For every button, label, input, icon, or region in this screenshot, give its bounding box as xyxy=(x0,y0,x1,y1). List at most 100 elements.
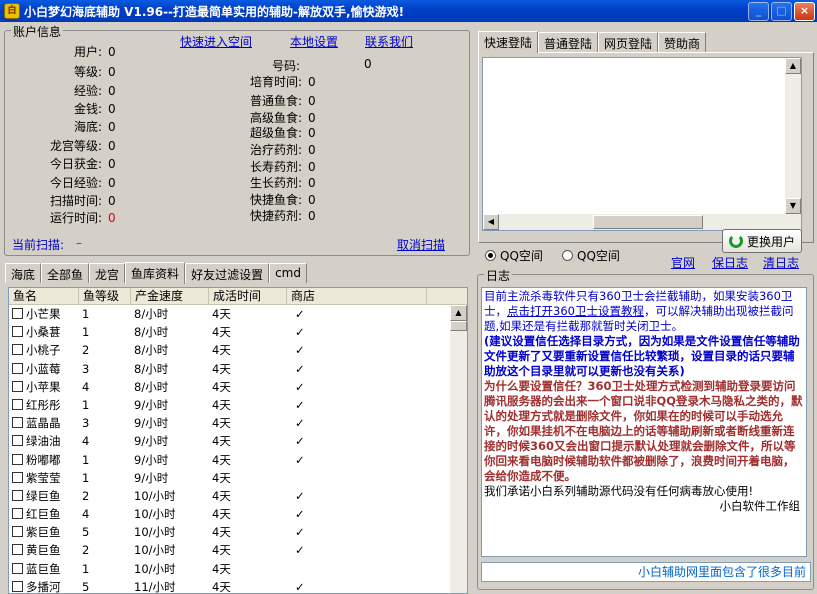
table-row[interactable]: 多播河 5 11/小时 4天 ✓ xyxy=(9,578,467,593)
row-checkbox[interactable] xyxy=(12,526,23,538)
fish-name-cell[interactable]: 紫莹莹 xyxy=(9,469,79,487)
fish-table-vscroll[interactable]: ▲ xyxy=(450,305,467,593)
gold-rate-cell: 8/小时 xyxy=(134,325,169,340)
tab-dragon-palace[interactable]: 龙宫 xyxy=(89,263,126,283)
tab-all-fish[interactable]: 全部鱼 xyxy=(41,263,90,283)
quick-enter-space-link[interactable]: 快速进入空间 xyxy=(180,33,252,50)
qzone-option-1[interactable]: QQ空间 xyxy=(485,247,543,264)
table-row[interactable]: 蓝巨鱼 1 10/小时 4天 xyxy=(9,560,467,578)
col-gold-rate[interactable]: 产金速度 xyxy=(131,288,209,304)
scroll-down-icon[interactable]: ▼ xyxy=(785,198,801,214)
close-button[interactable]: × xyxy=(794,1,815,21)
row-checkbox[interactable] xyxy=(12,453,23,465)
fish-name-cell[interactable]: 粉嘟嘟 xyxy=(9,451,79,469)
fish-name-cell[interactable]: 红巨鱼 xyxy=(9,505,79,523)
row-checkbox[interactable] xyxy=(12,471,23,483)
row-checkbox[interactable] xyxy=(12,508,23,520)
log-text[interactable]: 目前主流杀毒软件只有360卫士会拦截辅助，如果安装360卫士，点击打开360卫士… xyxy=(481,287,807,557)
table-row[interactable]: 绿巨鱼 2 10/小时 4天 ✓ xyxy=(9,487,467,505)
inventory-field-value: 0 xyxy=(308,160,316,174)
tab-quick-login[interactable]: 快速登陆 xyxy=(478,31,539,53)
table-row[interactable]: 紫莹莹 1 9/小时 4天 xyxy=(9,469,467,487)
tab-cmd[interactable]: cmd xyxy=(269,263,307,283)
fish-name-cell[interactable]: 小桃子 xyxy=(9,341,79,359)
scroll-up-icon[interactable]: ▲ xyxy=(785,58,801,74)
fish-name-cell[interactable]: 小蓝莓 xyxy=(9,360,79,378)
row-checkbox[interactable] xyxy=(12,344,23,356)
tab-friend-filter[interactable]: 好友过滤设置 xyxy=(185,263,270,283)
account-list-hscroll[interactable]: ◀ xyxy=(483,214,801,230)
current-scan-value: – xyxy=(76,236,82,250)
table-row[interactable]: 红彤彤 1 9/小时 4天 ✓ xyxy=(9,396,467,414)
row-checkbox[interactable] xyxy=(12,580,23,592)
fish-name-cell[interactable]: 绿巨鱼 xyxy=(9,487,79,505)
account-field: 扫描时间: 0 xyxy=(30,192,116,209)
minimize-button[interactable]: _ xyxy=(748,1,769,21)
tab-sponsor[interactable]: 赞助商 xyxy=(658,32,707,52)
contact-us-link[interactable]: 联系我们 xyxy=(365,33,413,50)
row-checkbox[interactable] xyxy=(12,562,23,574)
table-row[interactable]: 小芒果 1 8/小时 4天 ✓ xyxy=(9,305,467,323)
fish-name-cell[interactable]: 小苹果 xyxy=(9,378,79,396)
scroll-up-icon[interactable]: ▲ xyxy=(450,305,467,321)
save-log-link[interactable]: 保日志 xyxy=(712,254,748,271)
table-row[interactable]: 粉嘟嘟 1 9/小时 4天 ✓ xyxy=(9,451,467,469)
shop-cell: ✓ xyxy=(295,361,305,376)
row-checkbox[interactable] xyxy=(12,380,23,392)
local-settings-link[interactable]: 本地设置 xyxy=(290,33,338,50)
open-360-tutorial-link[interactable]: 点击打开360卫士设置教程 xyxy=(507,304,644,318)
table-row[interactable]: 小桃子 2 8/小时 4天 ✓ xyxy=(9,341,467,359)
radio-selected-icon xyxy=(485,250,496,261)
row-checkbox[interactable] xyxy=(12,326,23,338)
fish-name-cell[interactable]: 绿油油 xyxy=(9,432,79,450)
scroll-left-icon[interactable]: ◀ xyxy=(483,214,499,230)
table-row[interactable]: 小桑葚 1 8/小时 4天 ✓ xyxy=(9,323,467,341)
row-checkbox[interactable] xyxy=(12,489,23,501)
table-row[interactable]: 小蓝莓 3 8/小时 4天 ✓ xyxy=(9,360,467,378)
gold-rate-cell: 10/小时 xyxy=(134,561,176,576)
fish-name: 小桃子 xyxy=(26,343,61,358)
fish-name-cell[interactable]: 蓝巨鱼 xyxy=(9,560,79,578)
tab-web-login[interactable]: 网页登陆 xyxy=(598,32,659,52)
table-row[interactable]: 红巨鱼 4 10/小时 4天 ✓ xyxy=(9,505,467,523)
row-checkbox[interactable] xyxy=(12,417,23,429)
official-site-link[interactable]: 官网 xyxy=(671,254,695,271)
table-row[interactable]: 紫巨鱼 5 10/小时 4天 ✓ xyxy=(9,523,467,541)
table-row[interactable]: 绿油油 4 9/小时 4天 ✓ xyxy=(9,432,467,450)
col-shop[interactable]: 商店 xyxy=(287,288,427,304)
table-row[interactable]: 小苹果 4 8/小时 4天 ✓ xyxy=(9,378,467,396)
fish-name-cell[interactable]: 多播河 xyxy=(9,578,79,593)
table-scroll-thumb[interactable] xyxy=(450,321,467,331)
fish-name-cell[interactable]: 红彤彤 xyxy=(9,396,79,414)
fish-level-cell: 1 xyxy=(82,397,90,412)
tab-fish-library[interactable]: 鱼库资料 xyxy=(125,262,186,284)
fish-name-cell[interactable]: 紫巨鱼 xyxy=(9,523,79,541)
fish-name-cell[interactable]: 小芒果 xyxy=(9,305,79,323)
tab-seabed[interactable]: 海底 xyxy=(5,263,42,283)
table-row[interactable]: 黄巨鱼 2 10/小时 4天 ✓ xyxy=(9,541,467,559)
table-row[interactable]: 蓝晶晶 3 9/小时 4天 ✓ xyxy=(9,414,467,432)
row-checkbox[interactable] xyxy=(12,308,23,319)
row-checkbox[interactable] xyxy=(12,362,23,374)
row-checkbox[interactable] xyxy=(12,435,23,447)
hscroll-thumb[interactable] xyxy=(593,215,703,229)
change-user-button[interactable]: 更换用户 xyxy=(722,229,802,253)
row-checkbox[interactable] xyxy=(12,398,23,410)
maximize-button[interactable]: □ xyxy=(771,1,792,21)
qzone-option-2[interactable]: QQ空间 xyxy=(562,247,620,264)
col-fish-level[interactable]: 鱼等级 xyxy=(79,288,131,304)
fish-name-cell[interactable]: 蓝晶晶 xyxy=(9,414,79,432)
account-list[interactable]: ▲ ▼ ◀ xyxy=(482,57,802,231)
fish-name-cell[interactable]: 黄巨鱼 xyxy=(9,541,79,559)
gold-rate-cell: 9/小时 xyxy=(134,434,169,449)
fish-name-cell[interactable]: 小桑葚 xyxy=(9,323,79,341)
clear-log-link[interactable]: 清日志 xyxy=(763,254,799,271)
tab-normal-login[interactable]: 普通登陆 xyxy=(538,32,599,52)
col-fish-name[interactable]: 鱼名 xyxy=(9,288,79,304)
col-lifetime[interactable]: 成活时间 xyxy=(209,288,287,304)
row-checkbox[interactable] xyxy=(12,544,23,556)
lifetime-cell: 4天 xyxy=(212,416,231,431)
shop-cell: ✓ xyxy=(295,397,305,412)
cancel-scan-link[interactable]: 取消扫描 xyxy=(397,236,445,253)
account-list-vscroll[interactable]: ▲ ▼ xyxy=(785,58,801,214)
